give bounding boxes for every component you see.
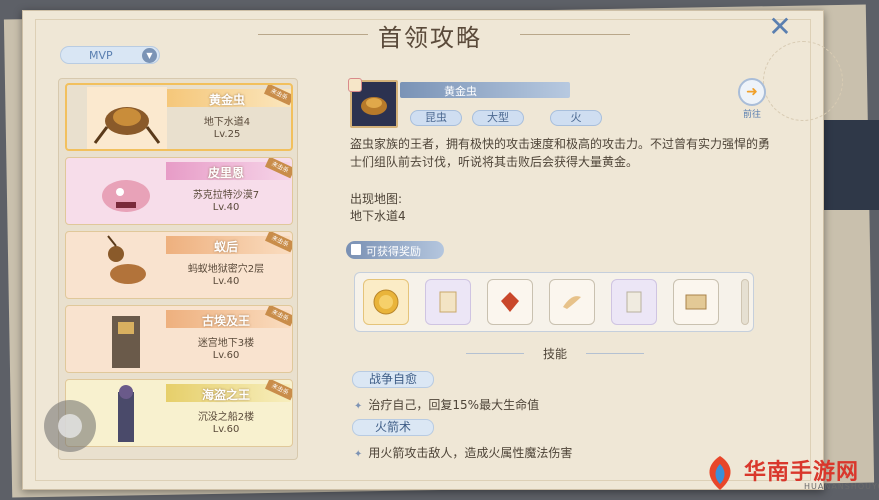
boss-map: 迷宫地下3楼 <box>197 338 255 349</box>
boss-card-ant-queen[interactable]: 蚁后 蚂蚁地狱密穴2层 Lv.40 未击杀 <box>65 231 293 299</box>
site-watermark: 华南手游网 HUANANSHOUYOUWANG <box>700 452 879 496</box>
skill-name-war-heal: 战争自愈 <box>352 371 434 388</box>
title-right-line <box>520 34 630 35</box>
pirate-king-art <box>118 385 134 442</box>
skills-title: 技能 <box>542 347 567 361</box>
boss-name: 古埃及王 <box>201 314 250 328</box>
boss-description: 盗虫家族的王者，拥有极快的攻击速度和极高的攻击力。不过曾有实力强悍的勇士们组队前… <box>350 137 771 169</box>
watermark-logo-icon <box>709 456 731 490</box>
close-icon: ✕ <box>768 10 792 43</box>
boss-card-pharaoh[interactable]: 古埃及王 迷宫地下3楼 Lv.60 未击杀 <box>65 305 293 373</box>
reward-item[interactable] <box>487 279 533 325</box>
boss-map: 蚂蚁地狱密穴2层 <box>187 264 265 275</box>
boss-card-golden-bug[interactable]: 黄金虫 地下水道4 Lv.25 未击杀 <box>65 83 293 151</box>
watermark-subtext: HUANANSHOUYOUWANG <box>804 482 879 491</box>
boss-card-pirate-king[interactable]: 海盗之王 沉没之船2楼 Lv.60 未击杀 <box>65 379 293 447</box>
card-icon <box>439 291 457 313</box>
skills-header: 技能 <box>460 345 650 362</box>
close-button[interactable]: ✕ <box>766 13 794 42</box>
rewards-tab-label: 可获得奖励 <box>366 245 421 258</box>
reward-list[interactable] <box>354 272 754 332</box>
mvp-badge-icon <box>348 78 362 92</box>
detail-boss-name: 黄金虫 <box>444 85 477 98</box>
boss-map: 沉没之船2楼 <box>197 412 255 423</box>
pirion-art <box>102 180 150 212</box>
red-gem-icon <box>501 292 519 312</box>
star-icon: ✦ <box>354 449 363 460</box>
skill-desc-war-heal: ✦ 治疗自己，回复15%最大生命值 <box>354 396 539 413</box>
map-title: 出现地图: <box>350 192 403 206</box>
page-title: 首领攻略 <box>378 24 482 52</box>
skill-desc-fire-arrow: ✦ 用火箭攻击敌人，造成火属性魔法伤害 <box>354 444 572 461</box>
star-icon: ✦ <box>354 401 363 412</box>
gold-coin-icon <box>373 289 399 315</box>
skill-name-fire-arrow: 火箭术 <box>352 419 434 436</box>
boss-map: 地下水道4 <box>203 117 251 128</box>
skill-desc-text: 治疗自己，回复15%最大生命值 <box>368 398 540 412</box>
race-tag: 昆虫 <box>410 110 462 126</box>
skill-desc-text: 用火箭攻击敌人，造成火属性魔法伤害 <box>368 446 573 460</box>
size-tag: 大型 <box>472 110 524 126</box>
dropdown-value: MVP <box>89 49 113 62</box>
boss-list[interactable]: 黄金虫 地下水道4 Lv.25 未击杀 皮里恩 苏克拉特沙漠7 Lv.40 未击… <box>58 78 298 460</box>
reward-item[interactable] <box>425 279 471 325</box>
map-name: 地下水道4 <box>350 209 406 223</box>
boss-level: Lv.25 <box>213 129 241 140</box>
boss-name: 蚁后 <box>213 240 238 254</box>
virtual-joystick[interactable] <box>44 400 96 452</box>
pharaoh-art <box>112 316 140 368</box>
rewards-tab[interactable]: 可获得奖励 <box>346 241 444 259</box>
horn-icon <box>563 296 581 309</box>
chevron-down-icon: ▼ <box>142 48 157 63</box>
boss-level: Lv.40 <box>212 276 240 287</box>
boss-level: Lv.40 <box>212 202 240 213</box>
joystick-knob[interactable] <box>58 414 82 438</box>
boss-map: 苏克拉特沙漠7 <box>192 190 260 201</box>
boss-level: Lv.60 <box>212 350 240 361</box>
ant-queen-art <box>107 235 146 284</box>
scroll-card-icon <box>626 291 642 313</box>
reward-item[interactable] <box>363 279 409 325</box>
boss-card-pirion[interactable]: 皮里恩 苏克拉特沙漠7 Lv.40 未击杀 <box>65 157 293 225</box>
compass-decoration <box>763 41 843 121</box>
detail-name-bar: 黄金虫 <box>400 82 570 98</box>
golden-bug-art <box>87 87 167 149</box>
boss-type-dropdown[interactable]: MVP ▼ <box>60 46 160 64</box>
title-area: 首领攻略 <box>300 18 560 53</box>
boss-name: 皮里恩 <box>207 166 244 180</box>
map-scroll-icon <box>685 294 707 310</box>
divider <box>586 353 644 354</box>
reward-item[interactable] <box>611 279 657 325</box>
boss-name: 海盗之王 <box>201 388 250 402</box>
goto-label: 前往 <box>742 110 761 120</box>
arrow-right-icon: ➜ <box>738 78 766 106</box>
divider <box>466 353 524 354</box>
boss-name: 黄金虫 <box>208 93 245 107</box>
boss-level: Lv.60 <box>212 424 240 435</box>
goto-button[interactable]: ➜ 前往 <box>736 78 768 120</box>
background-dark-block <box>819 120 879 210</box>
element-tag: 火 <box>550 110 602 126</box>
reward-item[interactable] <box>673 279 719 325</box>
gift-icon <box>351 244 361 255</box>
reward-item[interactable] <box>549 279 595 325</box>
reward-scrollbar[interactable] <box>741 279 749 325</box>
boss-portrait <box>348 78 398 128</box>
